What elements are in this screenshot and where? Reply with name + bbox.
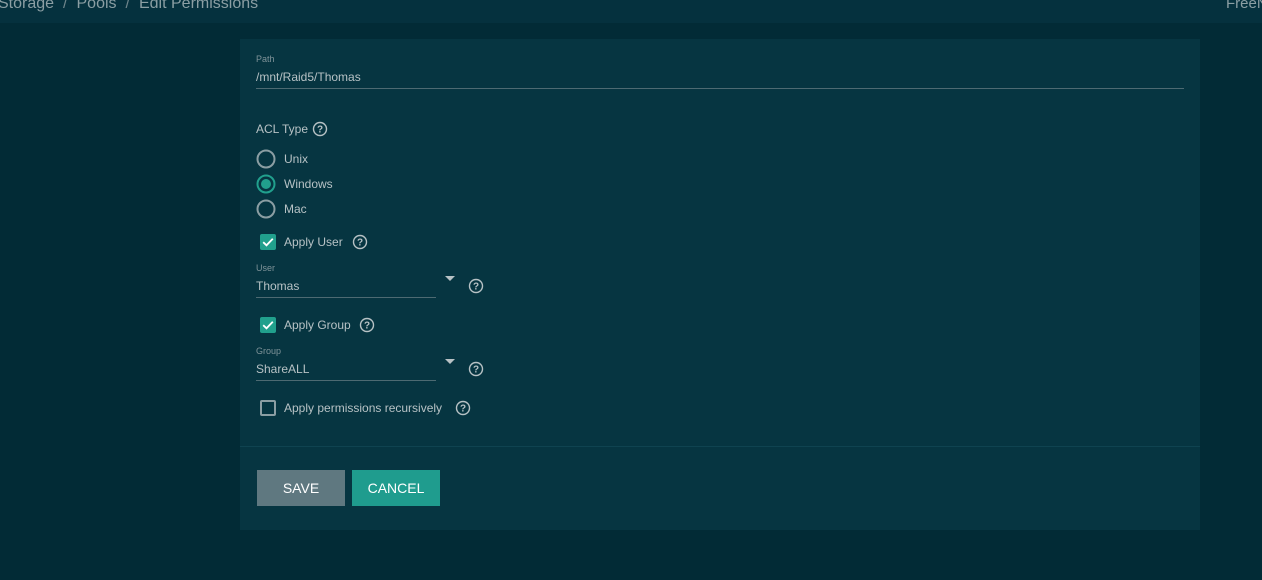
acl-type-option-windows[interactable]: Windows [284,177,333,191]
group-select-underline [256,380,436,381]
svg-text:?: ? [473,282,479,293]
group-dropdown-caret-icon[interactable] [445,359,455,364]
actions-divider [240,446,1200,447]
acl-type-label: ACL Type [256,122,309,136]
top-bar: Storage / Pools / Edit Permissions FreeN [0,0,1262,23]
apply-recursive-label[interactable]: Apply permissions recursively [284,401,442,415]
svg-text:?: ? [364,321,370,332]
acl-type-help-icon[interactable]: ? [312,121,328,137]
brand-label: FreeN [1226,0,1262,12]
breadcrumb-storage[interactable]: Storage [0,0,54,12]
apply-recursive-checkbox[interactable] [260,400,276,416]
acl-type-radio-unix[interactable] [256,149,276,169]
svg-text:?: ? [357,238,363,249]
breadcrumb-separator: / [63,0,68,12]
apply-group-checkbox[interactable] [260,317,276,333]
apply-recursive-help-icon[interactable]: ? [455,400,471,416]
user-dropdown-caret-icon[interactable] [445,276,455,281]
user-help-icon[interactable]: ? [468,278,484,294]
apply-group-label[interactable]: Apply Group [284,318,351,332]
svg-text:?: ? [473,365,479,376]
acl-type-option-unix[interactable]: Unix [284,152,308,166]
acl-type-radio-windows[interactable] [256,174,276,194]
acl-type-option-mac[interactable]: Mac [284,202,307,216]
apply-user-checkbox[interactable] [260,234,276,250]
check-icon [262,321,274,330]
group-help-icon[interactable]: ? [468,361,484,377]
path-field[interactable]: /mnt/Raid5/Thomas [256,70,361,84]
breadcrumb-edit-permissions: Edit Permissions [138,0,259,12]
apply-group-help-icon[interactable]: ? [359,317,375,333]
group-select[interactable]: ShareALL [256,362,309,376]
user-select-underline [256,297,436,298]
apply-user-label[interactable]: Apply User [284,235,343,249]
group-label: Group [256,346,282,356]
path-label: Path [256,54,275,64]
breadcrumb-separator: / [125,0,130,12]
breadcrumb: Storage / Pools / Edit Permissions [0,0,258,13]
apply-user-help-icon[interactable]: ? [352,234,368,250]
save-button[interactable]: SAVE [257,470,345,506]
check-icon [262,238,274,247]
edit-permissions-card: Path /mnt/Raid5/Thomas ACL Type ? Unix W… [240,39,1200,530]
breadcrumb-pools[interactable]: Pools [77,0,117,12]
cancel-button[interactable]: CANCEL [352,470,440,506]
svg-text:?: ? [317,125,323,136]
path-underline [256,88,1184,89]
user-select[interactable]: Thomas [256,279,299,293]
user-label: User [256,263,276,273]
acl-type-radio-mac[interactable] [256,199,276,219]
svg-text:?: ? [460,404,466,415]
